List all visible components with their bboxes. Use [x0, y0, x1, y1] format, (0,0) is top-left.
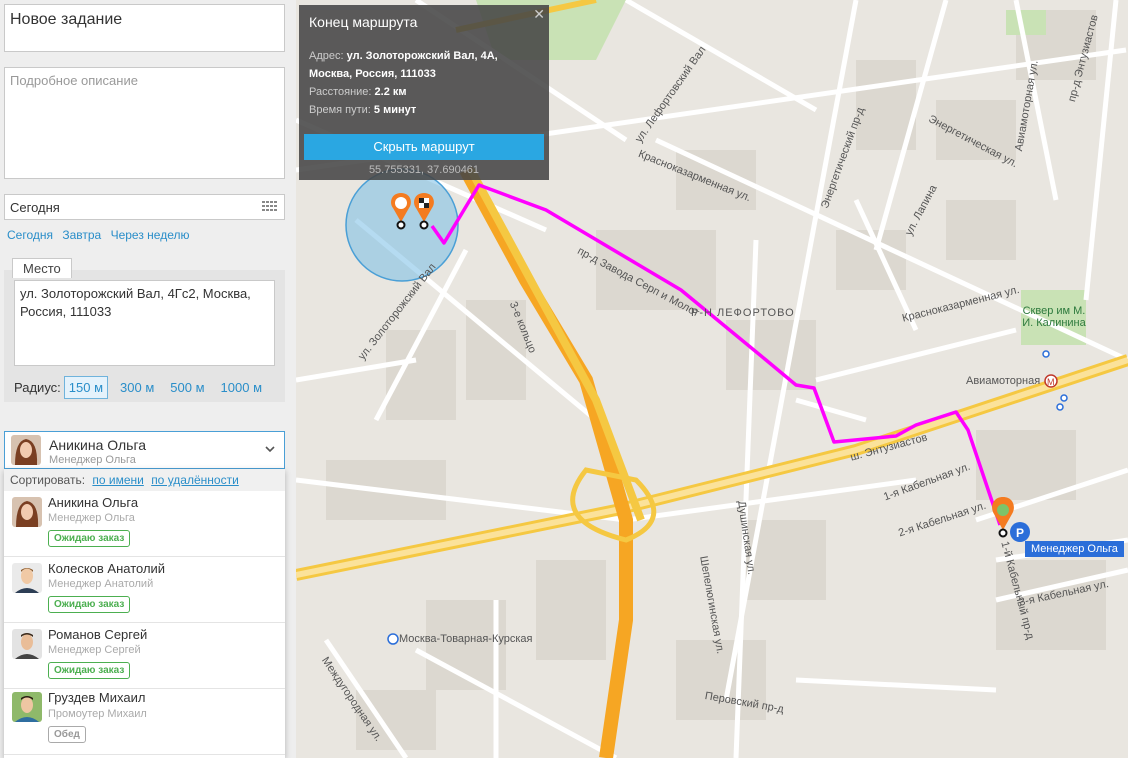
- quick-date-today[interactable]: Сегодня: [7, 228, 53, 242]
- task-sidebar: Новое задание Подробное описание Сегодня…: [0, 0, 296, 758]
- sort-by-distance[interactable]: по удалённости: [151, 473, 239, 487]
- task-description-input[interactable]: Подробное описание: [4, 67, 285, 179]
- assignee-select[interactable]: Аникина Ольга Менеджер Ольга: [4, 431, 285, 469]
- assignee-role: Менеджер Ольга: [49, 454, 136, 466]
- sort-bar: Сортировать: по имени по удалённости: [4, 469, 285, 491]
- task-title-input[interactable]: Новое задание: [4, 4, 285, 52]
- radius-option-150[interactable]: 150 м: [63, 376, 109, 399]
- user-item[interactable]: Аникина Ольга Менеджер Ольга Ожидаю зака…: [4, 491, 285, 557]
- date-value: Сегодня: [10, 200, 60, 215]
- user-name: Аникина Ольга: [48, 495, 139, 510]
- date-input[interactable]: Сегодня: [4, 194, 285, 220]
- assignee-dropdown: Сортировать: по имени по удалённости Ани…: [4, 469, 285, 758]
- sort-by-name[interactable]: по имени: [92, 473, 143, 487]
- quick-date-links: Сегодня Завтра Через неделю: [7, 228, 196, 242]
- user-role: Промоутер Михаил: [48, 708, 147, 720]
- status-badge: Обед: [48, 726, 86, 743]
- avatar: [12, 563, 42, 593]
- radius-row: Радиус: 150 м 300 м 500 м 1000 м: [14, 376, 266, 399]
- avatar: [12, 497, 42, 527]
- popup-title: Конец маршрута: [309, 14, 418, 30]
- manager-map-label[interactable]: Менеджер Ольга: [1025, 541, 1124, 557]
- user-name: Колесков Анатолий: [48, 561, 166, 576]
- user-name: Романов Сергей: [48, 627, 148, 642]
- radius-label: Радиус:: [14, 380, 61, 395]
- route-popup: Конец маршрута ✕ Адрес: ул. Золоторожски…: [299, 5, 549, 180]
- address-label: Адрес:: [309, 50, 344, 62]
- time-value: 5 минут: [373, 104, 417, 116]
- avatar: [12, 629, 42, 659]
- user-role: Менеджер Ольга: [48, 512, 135, 524]
- status-badge: Ожидаю заказ: [48, 662, 131, 679]
- chevron-down-icon[interactable]: [264, 443, 276, 455]
- coordinates: 55.755331, 37.690461: [368, 164, 480, 176]
- popup-details: Адрес: ул. Золоторожский Вал, 4А, Москва…: [309, 47, 541, 119]
- place-tab[interactable]: Место: [12, 258, 72, 278]
- user-role: Менеджер Сергей: [48, 644, 141, 656]
- user-item[interactable]: Романов Сергей Менеджер Сергей Ожидаю за…: [4, 623, 285, 689]
- user-name: Груздев Михаил: [48, 690, 146, 705]
- distance-value: 2.2 км: [374, 86, 407, 98]
- radius-option-1000[interactable]: 1000 м: [217, 377, 266, 398]
- user-role: Менеджер Анатолий: [48, 578, 154, 590]
- svg-text:P: P: [1016, 526, 1024, 540]
- place-address-input[interactable]: ул. Золоторожский Вал, 4Гс2, Москва, Рос…: [14, 280, 275, 366]
- quick-date-next-week[interactable]: Через неделю: [111, 228, 190, 242]
- hide-route-button[interactable]: Скрыть маршрут: [304, 134, 544, 160]
- user-item[interactable]: Колесков Анатолий Менеджер Анатолий Ожид…: [4, 557, 285, 623]
- quick-date-tomorrow[interactable]: Завтра: [62, 228, 101, 242]
- station-label: Москва-Товарная-Курская: [399, 633, 533, 645]
- metro-label: Авиамоторная: [966, 375, 1041, 387]
- svg-text:М: М: [1047, 377, 1055, 387]
- street-label: Р-Н ЛЕФОРТОВО: [691, 307, 795, 319]
- time-label: Время пути:: [309, 104, 371, 116]
- radius-option-300[interactable]: 300 м: [116, 377, 158, 398]
- close-icon[interactable]: ✕: [533, 6, 545, 23]
- calendar-icon[interactable]: [262, 201, 278, 213]
- radius-option-500[interactable]: 500 м: [166, 377, 208, 398]
- sort-label: Сортировать:: [10, 473, 86, 487]
- distance-label: Расстояние:: [309, 86, 372, 98]
- user-item[interactable]: Груздев Михаил Промоутер Михаил Обед: [4, 689, 285, 755]
- status-badge: Ожидаю заказ: [48, 530, 131, 547]
- avatar: [11, 435, 41, 465]
- park-label: Сквер им М. И. Калинина: [1022, 305, 1086, 329]
- avatar: [12, 692, 42, 722]
- status-badge: Ожидаю заказ: [48, 596, 131, 613]
- assignee-name: Аникина Ольга: [49, 437, 147, 453]
